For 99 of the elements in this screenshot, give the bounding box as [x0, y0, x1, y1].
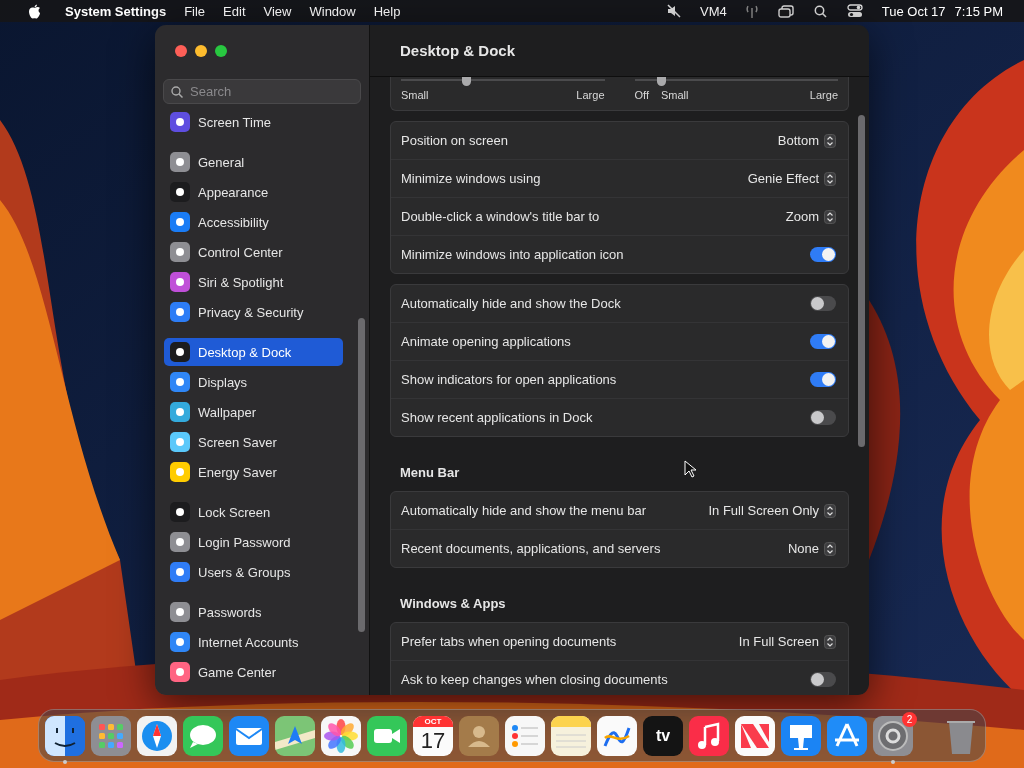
- popup-button[interactable]: In Full Screen: [734, 632, 836, 651]
- notepad-icon[interactable]: [551, 715, 591, 756]
- sidebar-item[interactable]: Users & Groups: [164, 557, 343, 587]
- toggle-switch[interactable]: [810, 672, 836, 687]
- window-title: Desktop & Dock: [400, 42, 516, 59]
- month-label: OCT: [413, 715, 453, 727]
- up-down-chevron-icon: [824, 634, 836, 649]
- toggle-switch[interactable]: [810, 296, 836, 311]
- setting-label: Double-click a window's title bar to: [401, 209, 601, 224]
- sidebar-item[interactable]: Wallpaper: [164, 397, 343, 427]
- setting-label: Show indicators for open applications: [401, 372, 618, 387]
- flower-icon[interactable]: [321, 715, 361, 756]
- sidebar-item[interactable]: Screen Saver: [164, 427, 343, 457]
- up-down-chevron-icon: [824, 541, 836, 556]
- popup-button[interactable]: Bottom: [773, 131, 836, 150]
- toggles-icon[interactable]: [846, 4, 863, 18]
- popup-button[interactable]: Genie Effect: [743, 169, 836, 188]
- setting-label: Animate opening applications: [401, 334, 572, 349]
- search-field[interactable]: Search: [163, 79, 361, 104]
- slider-thumb[interactable]: [462, 77, 472, 86]
- sidebar-item[interactable]: Control Center: [164, 237, 343, 267]
- popup-button[interactable]: In Full Screen Only: [704, 501, 836, 520]
- setting-label: Minimize windows into application icon: [401, 247, 625, 262]
- music-note-icon[interactable]: [689, 715, 729, 756]
- setting-label: Automatically hide and show the Dock: [401, 296, 622, 311]
- toggle-switch[interactable]: [810, 372, 836, 387]
- slider-label: Off: [634, 89, 649, 101]
- setting-label: Automatically hide and show the menu bar: [401, 503, 647, 518]
- sidebar-item[interactable]: Accessibility: [164, 207, 343, 237]
- video-camera-icon[interactable]: [367, 715, 407, 756]
- setting-label: Ask to keep changes when closing documents: [401, 672, 669, 687]
- newspaper-icon[interactable]: [735, 715, 775, 756]
- up-down-chevron-icon: [824, 171, 836, 186]
- sidebar-item[interactable]: Siri & Spotlight: [164, 267, 343, 297]
- compass-icon[interactable]: [137, 715, 177, 756]
- minimize-button[interactable]: [195, 45, 207, 57]
- day-label: 17: [420, 726, 446, 755]
- slider-label: Small: [661, 89, 689, 101]
- slider-label: Large: [576, 89, 605, 101]
- speaker-muted-icon[interactable]: [667, 4, 681, 18]
- sidebar-item[interactable]: Internet Accounts: [164, 627, 343, 657]
- menu-item[interactable]: Help: [364, 3, 410, 19]
- setting-label: Show recent applications in Dock: [401, 410, 594, 425]
- squiggle-icon[interactable]: [597, 715, 637, 756]
- search-icon[interactable]: [813, 4, 827, 18]
- setting-label: Prefer tabs when opening documents: [401, 634, 618, 649]
- sidebar-item[interactable]: General: [164, 147, 343, 177]
- zoom-button[interactable]: [215, 45, 227, 57]
- podium-icon[interactable]: [781, 715, 821, 756]
- contact-book-icon[interactable]: [459, 715, 499, 756]
- scroll-thumb[interactable]: [858, 115, 865, 447]
- status-text[interactable]: VM4: [691, 3, 736, 19]
- menu-item[interactable]: View: [254, 3, 301, 19]
- menu-item[interactable]: File: [175, 3, 215, 19]
- popup-button[interactable]: None: [783, 539, 836, 558]
- scroll-thumb[interactable]: [358, 318, 365, 632]
- sidebar-item[interactable]: Displays: [164, 367, 343, 397]
- date-text[interactable]: Tue Oct 17: [872, 3, 955, 19]
- app-grid-icon[interactable]: [91, 715, 131, 756]
- map-icon[interactable]: [275, 715, 315, 756]
- sidebar-item[interactable]: Game Center: [164, 657, 343, 687]
- sidebar-item[interactable]: Screen Time: [164, 107, 343, 137]
- sidebar-item[interactable]: Desktop & Dock: [164, 338, 343, 366]
- toggle-switch[interactable]: [810, 247, 836, 262]
- setting-label: Position on screen: [401, 133, 509, 148]
- slider-label: Small: [401, 89, 429, 101]
- apple-icon[interactable]: [28, 3, 41, 19]
- menu-item[interactable]: Window: [300, 3, 365, 19]
- app-store-icon[interactable]: [827, 715, 867, 756]
- sidebar-item[interactable]: Privacy & Security: [164, 297, 343, 327]
- tv-icon[interactable]: tv: [643, 715, 683, 756]
- sidebar-item[interactable]: Appearance: [164, 177, 343, 207]
- section-heading: Menu Bar: [400, 465, 460, 480]
- sidebar-item[interactable]: Energy Saver: [164, 457, 343, 487]
- close-button[interactable]: [175, 45, 187, 57]
- checklist-icon[interactable]: [505, 715, 545, 756]
- menu-item[interactable]: Edit: [214, 3, 255, 19]
- app-menu[interactable]: System Settings: [51, 3, 176, 19]
- setting-label: Recent documents, applications, and servers: [401, 541, 662, 556]
- calendar-icon[interactable]: OCT 17: [413, 715, 453, 756]
- up-down-chevron-icon: [824, 503, 836, 518]
- sidebar-item[interactable]: Passwords: [164, 597, 343, 627]
- setting-label: Minimize windows using: [401, 171, 542, 186]
- sidebar-item[interactable]: Login Password: [164, 527, 343, 557]
- toggle-switch[interactable]: [810, 410, 836, 425]
- up-down-chevron-icon: [824, 209, 836, 224]
- speech-bubble-icon[interactable]: [183, 715, 223, 756]
- pointer-icon: [684, 460, 696, 478]
- sidebar-item[interactable]: Lock Screen: [164, 497, 343, 527]
- stacked-windows-icon[interactable]: [777, 4, 794, 18]
- slider-label: Large: [809, 89, 838, 101]
- envelope-icon[interactable]: [229, 715, 269, 756]
- time-text[interactable]: 7:15 PM: [954, 3, 1012, 19]
- toggle-switch[interactable]: [810, 334, 836, 349]
- section-heading: Windows & Apps: [400, 596, 506, 611]
- slider-thumb[interactable]: [656, 77, 666, 86]
- up-down-chevron-icon: [824, 133, 836, 148]
- popup-button[interactable]: Zoom: [781, 207, 836, 226]
- antenna-icon[interactable]: [745, 4, 758, 18]
